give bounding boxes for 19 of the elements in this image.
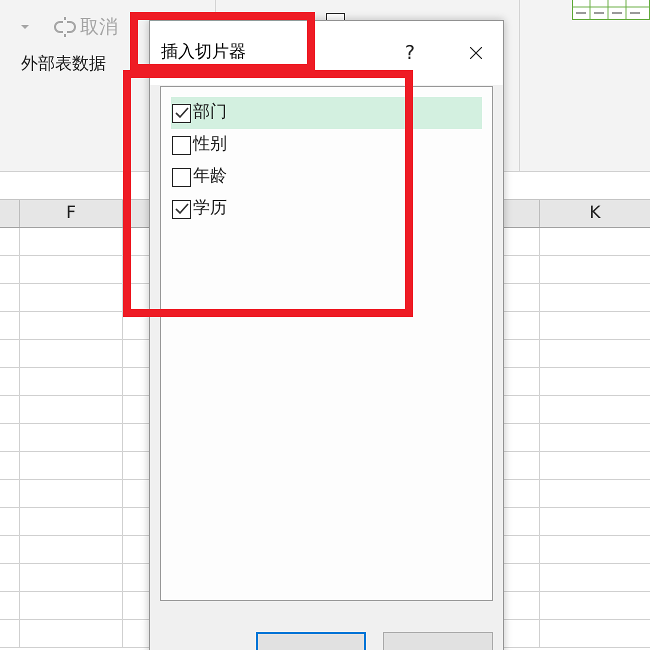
broken-link-icon [54, 16, 76, 38]
column-header[interactable]: K [589, 200, 601, 226]
checkbox[interactable] [172, 104, 191, 122]
field-item[interactable]: 性别 [171, 129, 482, 161]
dropdown-caret-icon [20, 24, 30, 30]
field-label: 年龄 [193, 165, 227, 188]
checkbox[interactable] [172, 136, 191, 154]
dialog-title: 插入切片器 [161, 41, 247, 64]
checkbox[interactable] [172, 200, 191, 218]
group-label: 外部表数据 [21, 52, 107, 76]
field-item[interactable]: 年龄 [171, 161, 482, 193]
field-item[interactable]: 学历 [171, 193, 482, 225]
field-label: 性别 [193, 133, 227, 156]
column-header[interactable]: F [66, 200, 76, 226]
help-button[interactable]: ? [404, 38, 415, 68]
checkbox[interactable] [172, 168, 191, 186]
field-item[interactable]: 部门 [171, 97, 482, 129]
field-label: 部门 [193, 101, 227, 124]
field-label: 学历 [193, 197, 227, 220]
